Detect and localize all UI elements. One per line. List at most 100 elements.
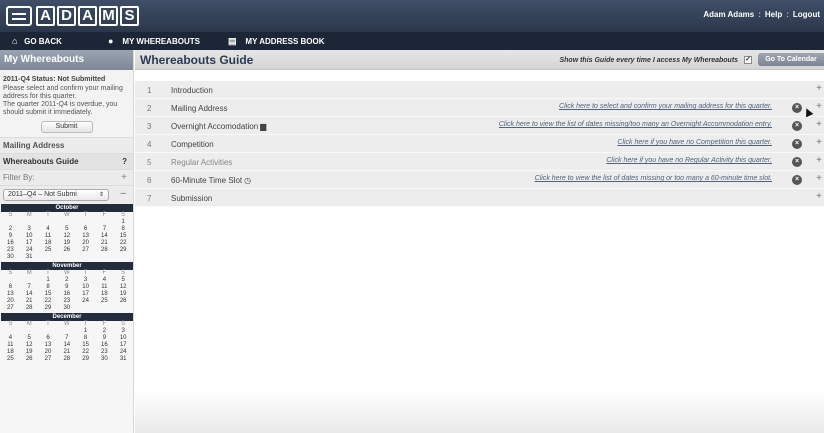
close-icon[interactable]: × <box>792 121 802 131</box>
calendar-day[interactable]: 8 <box>114 226 133 233</box>
calendar-day[interactable]: 14 <box>20 291 39 298</box>
calendar-day[interactable]: 12 <box>20 342 39 349</box>
calendar-day[interactable]: 24 <box>20 247 39 254</box>
calendar-day[interactable]: 1 <box>114 219 133 226</box>
help-link[interactable]: Help <box>765 10 782 19</box>
calendar-day[interactable]: 19 <box>114 291 133 298</box>
calendar-day[interactable]: 11 <box>95 284 114 291</box>
expand-icon[interactable]: + <box>816 155 822 166</box>
calendar-day[interactable]: 13 <box>39 342 58 349</box>
calendar-day[interactable]: 30 <box>57 305 76 312</box>
sidebar-item-mailing-address[interactable]: Mailing Address <box>0 137 133 153</box>
calendar-day[interactable]: 7 <box>20 284 39 291</box>
calendar-day[interactable]: 4 <box>95 277 114 284</box>
step-action-link[interactable]: Click here if you have no Competition th… <box>617 139 772 146</box>
go-to-calendar-button[interactable]: Go To Calendar <box>758 53 824 66</box>
submit-button[interactable]: Submit <box>40 121 93 133</box>
calendar-day[interactable]: 17 <box>76 291 95 298</box>
calendar-day[interactable]: 9 <box>1 233 20 240</box>
close-icon[interactable]: × <box>792 103 802 113</box>
calendar-day[interactable]: 31 <box>20 254 39 261</box>
step-action-link[interactable]: Click here if you have no Regular Activi… <box>606 157 772 164</box>
calendar-day[interactable]: 26 <box>114 298 133 305</box>
close-icon[interactable]: × <box>792 175 802 185</box>
calendar-day[interactable]: 28 <box>57 356 76 363</box>
calendar-day[interactable]: 20 <box>76 240 95 247</box>
calendar-day[interactable]: 18 <box>39 240 58 247</box>
calendar-day[interactable]: 14 <box>57 342 76 349</box>
calendar-day[interactable]: 28 <box>95 247 114 254</box>
calendar-day[interactable]: 3 <box>114 328 133 335</box>
calendar-day[interactable]: 26 <box>57 247 76 254</box>
calendar-day[interactable]: 29 <box>114 247 133 254</box>
expand-icon[interactable]: + <box>816 173 822 184</box>
calendar-day[interactable]: 9 <box>95 335 114 342</box>
expand-icon[interactable]: + <box>816 83 822 94</box>
calendar-day[interactable]: 26 <box>20 356 39 363</box>
my-whereabouts-tab[interactable]: ● MY WHEREABOUTS <box>108 32 200 50</box>
guide-step-row[interactable]: 5 Regular Activities Click here if you hav… <box>135 153 824 171</box>
calendar-day[interactable]: 29 <box>39 305 58 312</box>
calendar-day[interactable]: 9 <box>57 284 76 291</box>
show-guide-checkbox[interactable]: ✓ <box>744 56 752 64</box>
calendar-day[interactable]: 10 <box>114 335 133 342</box>
calendar-day[interactable]: 21 <box>95 240 114 247</box>
calendar-day[interactable]: 2 <box>95 328 114 335</box>
calendar-day[interactable]: 13 <box>1 291 20 298</box>
calendar-day[interactable]: 15 <box>76 342 95 349</box>
calendar-day[interactable]: 22 <box>76 349 95 356</box>
guide-step-row[interactable]: 6 60-Minute Time Slot ◷ Click here to view … <box>135 171 824 189</box>
calendar-day[interactable]: 12 <box>114 284 133 291</box>
calendar-day[interactable]: 27 <box>39 356 58 363</box>
guide-step-row[interactable]: 4 Competition Click here if you have no Co… <box>135 135 824 153</box>
expand-icon[interactable]: + <box>816 101 822 112</box>
calendar-day[interactable]: 27 <box>76 247 95 254</box>
calendar-day[interactable]: 22 <box>114 240 133 247</box>
calendar-day[interactable]: 2 <box>57 277 76 284</box>
calendar-day[interactable]: 21 <box>57 349 76 356</box>
my-address-book-tab[interactable]: ▤ MY ADDRESS BOOK <box>228 32 325 50</box>
calendar-day[interactable]: 15 <box>114 233 133 240</box>
calendar-day[interactable]: 22 <box>39 298 58 305</box>
calendar-day[interactable]: 25 <box>39 247 58 254</box>
expand-icon[interactable]: + <box>816 137 822 148</box>
calendar-day[interactable]: 24 <box>114 349 133 356</box>
calendar-day[interactable]: 31 <box>114 356 133 363</box>
calendar-day[interactable]: 27 <box>1 305 20 312</box>
remove-filter-button[interactable]: – <box>120 188 126 199</box>
sidebar-item-whereabouts-guide[interactable]: Whereabouts Guide ? <box>0 153 133 169</box>
expand-icon[interactable]: + <box>816 191 822 202</box>
calendar-day[interactable]: 25 <box>95 298 114 305</box>
calendar-day[interactable]: 29 <box>76 356 95 363</box>
calendar-day[interactable]: 5 <box>114 277 133 284</box>
calendar-day[interactable]: 23 <box>95 349 114 356</box>
calendar-day[interactable]: 18 <box>1 349 20 356</box>
logout-link[interactable]: Logout <box>793 10 820 19</box>
step-action-link[interactable]: Click here to view the list of dates mis… <box>499 121 772 128</box>
step-action-link[interactable]: Click here to select and confirm your ma… <box>559 103 772 110</box>
calendar-day[interactable]: 1 <box>76 328 95 335</box>
calendar-day[interactable]: 1 <box>39 277 58 284</box>
calendar-day[interactable]: 10 <box>20 233 39 240</box>
calendar-day[interactable]: 24 <box>76 298 95 305</box>
calendar-day[interactable]: 25 <box>1 356 20 363</box>
calendar-day[interactable]: 5 <box>57 226 76 233</box>
calendar-day[interactable]: 12 <box>57 233 76 240</box>
calendar-day[interactable]: 21 <box>20 298 39 305</box>
calendar-day[interactable]: 17 <box>20 240 39 247</box>
step-action-link[interactable]: Click here to view the list of dates mis… <box>535 175 772 182</box>
calendar-day[interactable]: 8 <box>76 335 95 342</box>
calendar-day[interactable]: 23 <box>57 298 76 305</box>
adams-logo[interactable]: A D A M S <box>6 6 141 26</box>
calendar-day[interactable]: 28 <box>20 305 39 312</box>
calendar-day[interactable]: 3 <box>76 277 95 284</box>
calendar-day[interactable]: 5 <box>20 335 39 342</box>
add-filter-button[interactable]: + <box>121 170 127 186</box>
guide-step-row[interactable]: 3 Overnight Accomodation ▆ Click here to vi… <box>135 117 824 135</box>
go-back-button[interactable]: ⌂ GO BACK <box>12 32 62 50</box>
calendar-day[interactable]: 16 <box>1 240 20 247</box>
calendar-day[interactable]: 13 <box>76 233 95 240</box>
calendar-day[interactable]: 20 <box>1 298 20 305</box>
calendar-day[interactable]: 19 <box>20 349 39 356</box>
close-icon[interactable]: × <box>792 157 802 167</box>
